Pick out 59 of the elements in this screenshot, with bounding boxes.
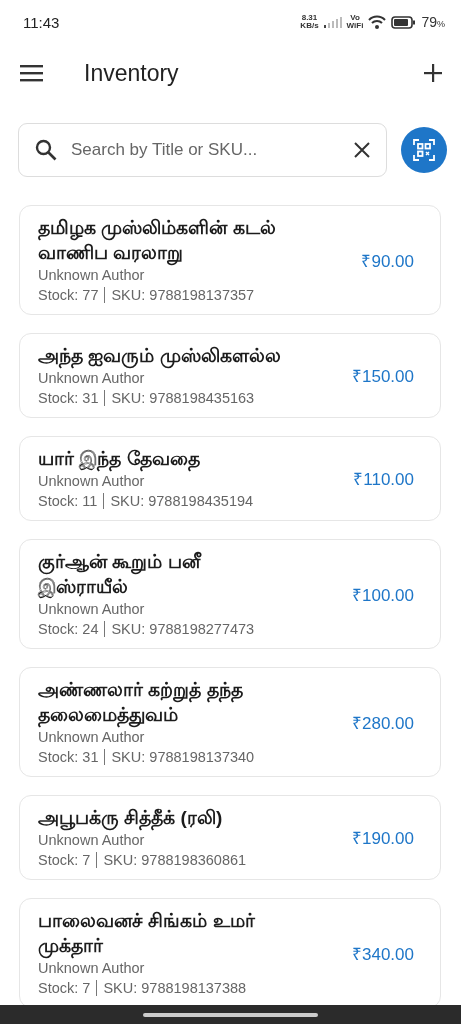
sku-number: SKU: 9788198360861 [103,851,247,870]
book-title: குர்ஆன் கூறும் பனீ இஸ்ராயீல் [38,550,203,599]
sku-number: SKU: 9788198435163 [111,389,255,408]
scan-button[interactable] [401,127,447,173]
book-author: Unknown Author [38,472,146,491]
book-title: பாலைவனச் சிங்கம் உமர் முக்தார் [38,908,291,958]
book-card[interactable]: அண்ணலார் கற்றுத் தந்த தலைமைத்துவம் Unknown Author Stock: 31 SKU: 9788198137340 ₹280.00 [19,667,441,777]
book-title: தமிழக முஸ்லிம்களின் கடல் வாணிப வரலாறு [38,215,291,265]
battery-percentage: 79% [421,14,445,30]
book-title: யார் இந்த தேவதை [38,446,291,471]
clear-icon[interactable] [354,142,370,158]
wifi-icon [368,15,387,29]
battery-icon [391,15,417,29]
search-input[interactable]: Search by Title or SKU... [71,140,340,160]
book-card[interactable]: அபூபக்ரு சித்தீக் (ரலி) Unknown Author Stock: 7 SKU: 9788198360861 ₹190.00 [19,795,441,880]
network-speed: 8.31 KB/s [300,14,319,30]
sku-number: SKU: 9788198137340 [111,748,255,767]
signal-icon [323,16,342,28]
sku-number: SKU: 9788198435194 [110,492,254,511]
search-bar[interactable]: Search by Title or SKU... [18,123,387,177]
book-card[interactable]: அந்த ஐவரும் முஸ்லிகளல்ல Unknown Author Stock: 31 SKU: 9788198435163 ₹150.00 [19,333,441,418]
sku-number: SKU: 9788198137357 [111,286,255,305]
stock-count: Stock: 77 [38,286,99,305]
page-title: Inventory [84,59,180,87]
book-author: Unknown Author [38,369,146,388]
sku-number: SKU: 9788198277473 [111,620,255,639]
book-price: ₹150.00 [352,366,414,387]
book-card[interactable]: பாலைவனச் சிங்கம் உமர் முக்தார் Unknown Author Stock: 7 SKU: 9788198137388 ₹340.00 [19,898,441,1008]
stock-count: Stock: 31 [38,389,99,408]
book-price: ₹190.00 [352,828,414,849]
sku-number: SKU: 9788198137388 [103,979,247,998]
search-icon [35,139,57,161]
stock-count: Stock: 7 [38,851,91,870]
stock-count: Stock: 24 [38,620,99,639]
book-author: Unknown Author [38,831,146,850]
book-author: Unknown Author [38,600,146,619]
stock-count: Stock: 11 [38,492,98,511]
book-author: Unknown Author [38,959,146,978]
clock-time: 11:43 [23,13,60,31]
add-button[interactable] [423,63,443,83]
book-title: அண்ணலார் கற்றுத் தந்த தலைமைத்துவம் [38,677,291,727]
vowifi-indicator: Vo WiFi [346,14,364,30]
qr-code-icon [413,139,435,161]
stock-count: Stock: 7 [38,979,91,998]
book-price: ₹100.00 [352,584,414,606]
home-indicator[interactable] [143,1012,318,1017]
book-price: ₹90.00 [361,250,414,272]
book-author: Unknown Author [38,728,146,747]
book-title: அந்த ஐவரும் முஸ்லிகளல்ல [38,343,291,368]
stock-count: Stock: 31 [38,748,99,767]
book-card[interactable]: யார் இந்த தேவதை Unknown Author Stock: 11 SKU: 9788198435194 ₹110.00 [19,436,441,521]
book-price: ₹110.00 [353,469,414,490]
menu-button[interactable] [20,64,44,82]
book-title: அபூபக்ரு சித்தீக் (ரலி) [38,805,291,830]
book-author: Unknown Author [38,266,146,285]
book-price: ₹340.00 [352,943,414,965]
book-card[interactable]: தமிழக முஸ்லிம்களின் கடல் வாணிப வரலாறு Unknown Author Stock: 77 SKU: 9788198137357 ₹90.00 [19,205,441,315]
book-price: ₹280.00 [352,712,414,734]
book-card[interactable]: குர்ஆன் கூறும் பனீ இஸ்ராயீல் Unknown Author Stock: 24 SKU: 9788198277473 ₹100.00 [19,539,441,649]
